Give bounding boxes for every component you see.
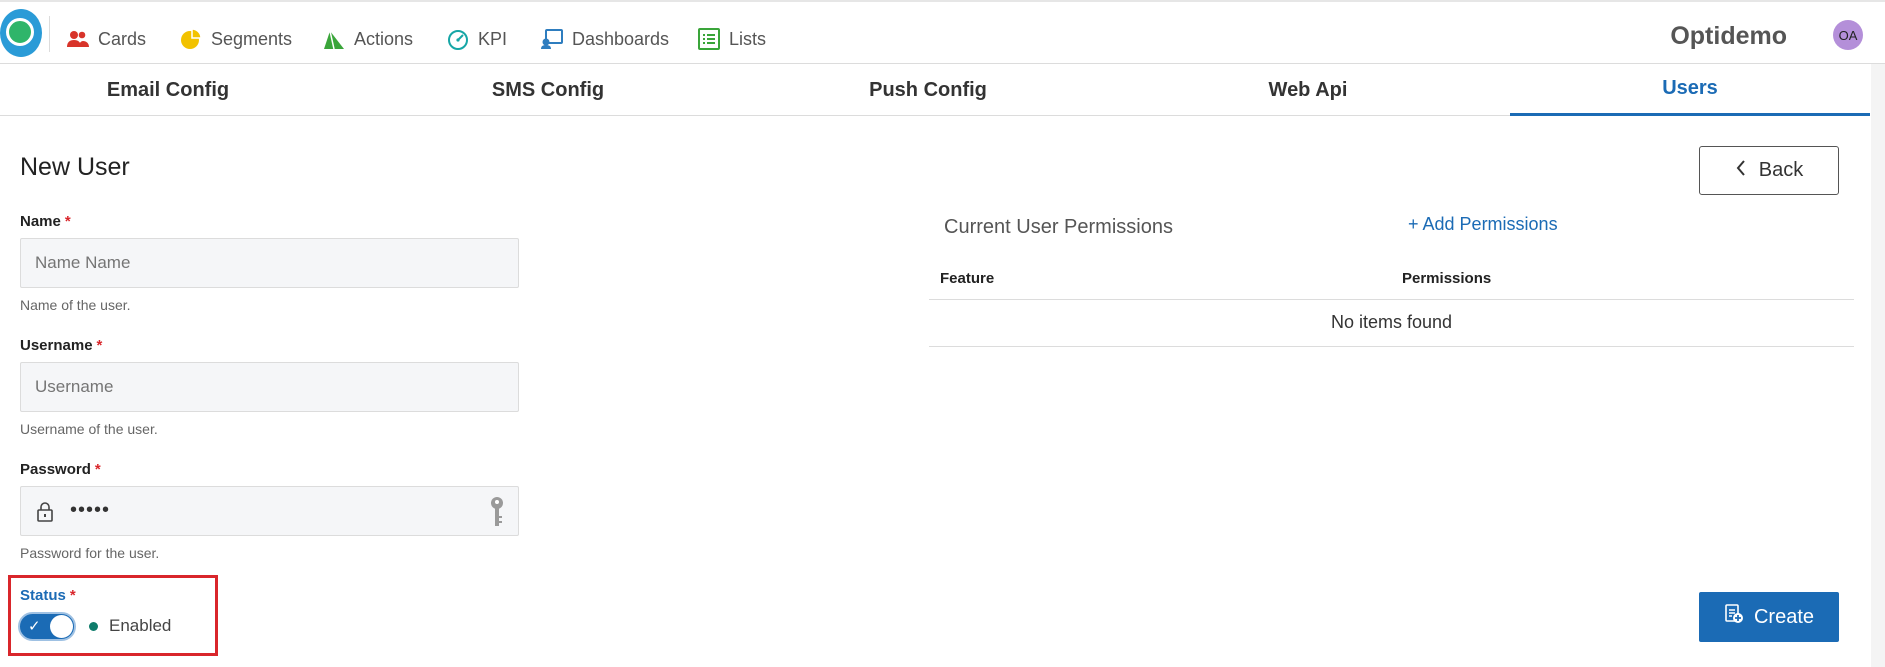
- create-button-label: Create: [1753, 605, 1815, 628]
- password-value: •••••: [70, 499, 111, 521]
- nav-item-kpi[interactable]: KPI: [446, 26, 507, 52]
- logo-divider: [49, 16, 50, 52]
- nav-item-label: Lists: [729, 28, 767, 49]
- dashboard-icon: [540, 27, 564, 51]
- username-label-text: Username: [20, 337, 93, 354]
- page-scrollbar[interactable]: [1871, 64, 1885, 667]
- back-button[interactable]: Back: [1699, 146, 1839, 195]
- password-label: Password *: [20, 461, 101, 478]
- app-logo-icon[interactable]: [0, 9, 42, 57]
- chevron-left-icon: [1735, 159, 1747, 183]
- nav-item-label: KPI: [478, 28, 508, 49]
- nav-item-label: Segments: [211, 28, 293, 49]
- pie-chart-icon: [179, 27, 203, 51]
- tab-users[interactable]: Users: [1510, 64, 1870, 116]
- username-label: Username *: [20, 337, 102, 354]
- name-input[interactable]: [20, 238, 519, 288]
- add-document-icon: [1724, 604, 1744, 630]
- column-header-permissions[interactable]: Permissions: [1402, 270, 1491, 287]
- column-header-feature[interactable]: Feature: [940, 270, 994, 287]
- settings-tabs: Email Config SMS Config Push Config Web …: [0, 64, 1870, 116]
- nav-item-actions[interactable]: Actions: [322, 26, 413, 52]
- tab-sms-config[interactable]: SMS Config: [358, 64, 738, 116]
- add-permissions-link[interactable]: + Add Permissions: [1408, 214, 1558, 235]
- tab-email-config[interactable]: Email Config: [0, 64, 358, 116]
- brand-name: Optidemo: [1670, 22, 1787, 50]
- actions-icon: [322, 27, 346, 51]
- required-marker: *: [96, 337, 103, 354]
- username-input[interactable]: [20, 362, 519, 412]
- list-icon: [697, 27, 721, 51]
- name-label: Name *: [20, 213, 71, 230]
- page-title: New User: [20, 153, 130, 181]
- tab-push-config[interactable]: Push Config: [738, 64, 1118, 116]
- empty-state-text: No items found: [1330, 312, 1453, 332]
- gauge-icon: [446, 27, 470, 51]
- tab-web-api[interactable]: Web Api: [1118, 64, 1498, 116]
- create-button[interactable]: Create: [1699, 592, 1839, 642]
- nav-item-label: Dashboards: [572, 28, 670, 49]
- name-label-text: Name: [20, 213, 61, 230]
- lock-icon: [36, 502, 54, 522]
- password-help-text: Password for the user.: [20, 545, 160, 561]
- nav-item-cards[interactable]: Cards: [66, 26, 146, 52]
- top-navbar: Cards Segments Actions KPI Dashboards Li…: [0, 0, 1885, 64]
- nav-item-lists[interactable]: Lists: [697, 26, 766, 52]
- nav-item-label: Cards: [98, 28, 147, 49]
- username-help-text: Username of the user.: [20, 421, 158, 437]
- key-icon[interactable]: [488, 496, 506, 528]
- required-marker: *: [64, 213, 71, 230]
- password-label-text: Password: [20, 461, 91, 478]
- required-marker: *: [94, 461, 101, 478]
- table-bottom-divider: [929, 346, 1854, 347]
- highlight-box: [8, 575, 218, 656]
- back-button-label: Back: [1758, 159, 1804, 181]
- users-icon: [66, 27, 90, 51]
- nav-item-segments[interactable]: Segments: [179, 26, 292, 52]
- nav-item-dashboards[interactable]: Dashboards: [540, 26, 669, 52]
- permissions-title: Current User Permissions: [944, 216, 1173, 238]
- table-header-divider: [929, 299, 1854, 300]
- nav-item-label: Actions: [354, 28, 414, 49]
- avatar[interactable]: OA: [1833, 20, 1863, 50]
- name-help-text: Name of the user.: [20, 297, 131, 313]
